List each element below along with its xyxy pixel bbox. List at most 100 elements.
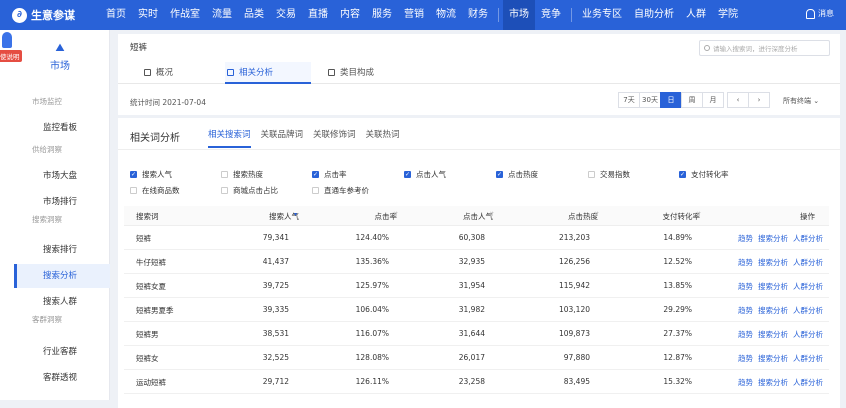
sort-icon[interactable]: ⇵: [696, 211, 702, 218]
action-link[interactable]: 搜索分析: [758, 353, 788, 364]
subtab-3[interactable]: 关联热词: [366, 126, 400, 148]
sort-icon[interactable]: ▾: [294, 211, 300, 218]
sidebar-item[interactable]: 搜索人群: [14, 290, 110, 314]
cell-heat: 213,203: [558, 233, 590, 242]
nav-separator: [498, 8, 499, 22]
main-nav: 首页 实时 作战室 流量 品类 交易 直播 内容 服务 营销 物流 财务 市场 竞争 业务专区 自助分析 人群学…: [100, 0, 744, 30]
metric-checkbox[interactable]: ✓ 点击率: [312, 169, 347, 180]
period-1[interactable]: 30天: [639, 92, 661, 108]
subtab-2[interactable]: 关联修饰词: [313, 126, 356, 148]
nav-item-15[interactable]: 自助分析: [628, 0, 680, 30]
cell-word: 短裤女: [136, 354, 159, 363]
action-link[interactable]: 趋势: [738, 329, 753, 340]
metric-checkbox[interactable]: ✓ 支付转化率: [679, 169, 729, 180]
action-link[interactable]: 趋势: [738, 281, 753, 292]
sidebar-item[interactable]: 客群透视: [14, 366, 110, 390]
action-link[interactable]: 趋势: [738, 233, 753, 244]
nav-item-10[interactable]: 物流: [430, 0, 462, 30]
nav-separator: [571, 8, 572, 22]
table-row: 短裤 79,341 124.40% 60,308 213,203 14.89% 趋势 搜索分析…: [124, 226, 829, 250]
nav-item-17[interactable]: 学院: [712, 0, 744, 30]
metric-checkbox[interactable]: 商城点击占比: [221, 185, 278, 196]
terminal-label: 所有终端: [783, 97, 811, 105]
action-link[interactable]: 搜索分析: [758, 257, 788, 268]
cell-ctr: 128.08%: [355, 353, 389, 362]
nav-item-4[interactable]: 品类: [238, 0, 270, 30]
keyword-search-input[interactable]: 请输入搜索词，进行深度分析: [699, 40, 830, 56]
action-link[interactable]: 趋势: [738, 353, 753, 364]
divider: [118, 149, 840, 150]
nav-item-2[interactable]: 作战室: [164, 0, 206, 30]
row-actions: 趋势 搜索分析 人群分析: [738, 353, 823, 364]
nav-item-6[interactable]: 直播: [302, 0, 334, 30]
cell-pop: 32,525: [262, 353, 289, 362]
nav-item-3[interactable]: 流量: [206, 0, 238, 30]
nav-item-11[interactable]: 财务: [462, 0, 494, 30]
brand[interactable]: ∂ 生意参谋: [0, 7, 100, 23]
action-link[interactable]: 人群分析: [793, 353, 823, 364]
action-link[interactable]: 搜索分析: [758, 281, 788, 292]
metric-checkbox[interactable]: ✓ 点击人气: [404, 169, 446, 180]
metric-checkbox[interactable]: 搜索热度: [221, 169, 263, 180]
action-link[interactable]: 搜索分析: [758, 377, 788, 388]
action-link[interactable]: 人群分析: [793, 377, 823, 388]
nav-item-14[interactable]: 业务专区: [576, 0, 628, 30]
brand-name: 生意参谋: [31, 9, 75, 22]
table-header: 搜索词 搜索人气 ▾ 点击率 ⇵ 点击人气 ⇵ 点击热度 ⇵ 支付转化率 ⇵ 操作: [124, 206, 829, 226]
nav-item-16[interactable]: 人群: [680, 0, 712, 30]
sidebar-item[interactable]: 搜索分析: [14, 264, 110, 288]
chevron-left-icon[interactable]: ‹: [727, 92, 749, 108]
sort-icon[interactable]: ⇵: [489, 211, 495, 218]
action-link[interactable]: 搜索分析: [758, 329, 788, 340]
subtab-0[interactable]: 相关搜索词: [208, 126, 251, 148]
tab-1[interactable]: 相关分析: [225, 62, 311, 84]
sort-icon[interactable]: ⇵: [393, 211, 399, 218]
metric-checkbox[interactable]: 直通车参考价: [312, 185, 369, 196]
action-link[interactable]: 人群分析: [793, 233, 823, 244]
metric-checkbox[interactable]: ✓ 点击热度: [496, 169, 538, 180]
action-link[interactable]: 趋势: [738, 257, 753, 268]
sidebar-item[interactable]: 市场排行: [14, 190, 110, 214]
guide-widget[interactable]: 使说明: [0, 30, 22, 70]
cell-conv: 27.37%: [663, 329, 692, 338]
sidebar-item[interactable]: 行业客群: [14, 340, 110, 364]
action-link[interactable]: 人群分析: [793, 281, 823, 292]
nav-item-13[interactable]: 竞争: [535, 0, 567, 30]
checkbox-icon: [221, 171, 228, 178]
metric-checkbox[interactable]: 交易指数: [588, 169, 630, 180]
action-link[interactable]: 搜索分析: [758, 305, 788, 316]
metric-checkbox[interactable]: ✓ 搜索人气: [130, 169, 172, 180]
action-link[interactable]: 趋势: [738, 305, 753, 316]
sidebar-item[interactable]: 监控看板: [14, 116, 110, 140]
tab-0[interactable]: 概况: [142, 62, 202, 84]
cell-ctr: 106.04%: [355, 305, 389, 314]
period-0[interactable]: 7天: [618, 92, 640, 108]
messages-button[interactable]: 消息: [806, 8, 834, 19]
nav-item-0[interactable]: 首页: [100, 0, 132, 30]
nav-item-5[interactable]: 交易: [270, 0, 302, 30]
period-2[interactable]: 日: [660, 92, 682, 108]
nav-item-9[interactable]: 营销: [398, 0, 430, 30]
action-link[interactable]: 人群分析: [793, 305, 823, 316]
nav-item-7[interactable]: 内容: [334, 0, 366, 30]
metric-checkbox[interactable]: 在线商品数: [130, 185, 180, 196]
action-link[interactable]: 搜索分析: [758, 233, 788, 244]
period-3[interactable]: 周: [681, 92, 703, 108]
chevron-right-icon[interactable]: ›: [748, 92, 770, 108]
tab-2[interactable]: 类目构成: [326, 62, 388, 84]
cell-conv: 12.52%: [663, 257, 692, 266]
nav-item-1[interactable]: 实时: [132, 0, 164, 30]
period-4[interactable]: 月: [702, 92, 724, 108]
nav-item-8[interactable]: 服务: [366, 0, 398, 30]
action-link[interactable]: 人群分析: [793, 257, 823, 268]
sort-icon[interactable]: ⇵: [594, 211, 600, 218]
action-link[interactable]: 人群分析: [793, 329, 823, 340]
subtab-1[interactable]: 关联品牌词: [261, 126, 304, 148]
sidebar-item[interactable]: 市场大盘: [14, 164, 110, 188]
action-link[interactable]: 趋势: [738, 377, 753, 388]
sidebar-item[interactable]: 搜索排行: [14, 238, 110, 262]
terminal-select[interactable]: 所有终端 ⌄: [783, 96, 819, 106]
column-header[interactable]: 支付转化率: [663, 211, 701, 222]
nav-item-12[interactable]: 市场: [503, 0, 535, 30]
cell-heat: 97,880: [563, 353, 590, 362]
